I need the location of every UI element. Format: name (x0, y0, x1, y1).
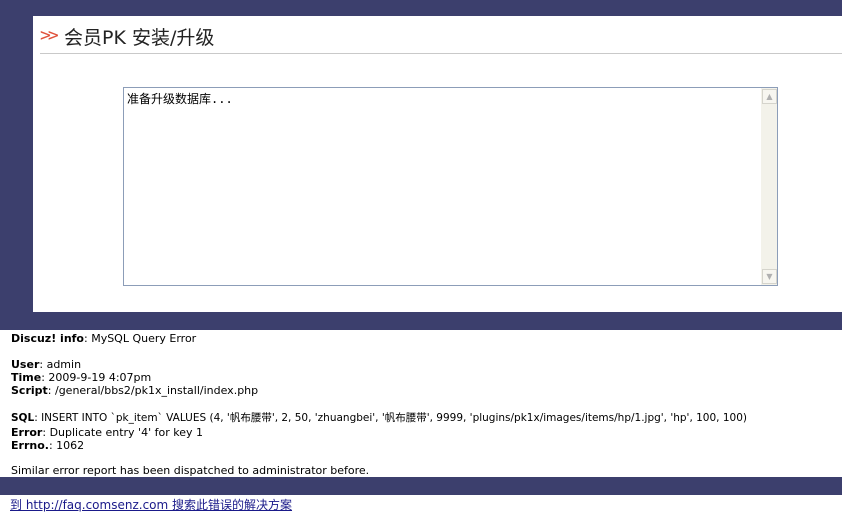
time-label: Time (11, 371, 42, 384)
install-panel: >> 会员PK 安装/升级 准备升级数据库... ▲ ▼ (33, 16, 842, 312)
info-value: MySQL Query Error (91, 332, 197, 345)
info-line: Discuz! info: MySQL Query Error (11, 332, 197, 345)
footer-bar: 到 http://faq.comsenz.com 搜索此错误的解决方案 (0, 495, 842, 513)
user-value: admin (46, 358, 82, 371)
sql-value: INSERT INTO `pk_item` VALUES (4, '帆布腰带',… (41, 412, 747, 424)
user-line: User: admin (11, 358, 82, 371)
errno-label: Errno. (11, 439, 49, 452)
progress-log-textarea[interactable]: 准备升级数据库... ▲ ▼ (123, 87, 778, 286)
log-text: 准备升级数据库... (127, 92, 233, 106)
page-title: 会员PK 安装/升级 (64, 27, 215, 49)
script-value: /general/bbs2/pk1x_install/index.php (54, 384, 259, 397)
sql-label: SQL (11, 412, 35, 424)
double-chevron-icon: >> (40, 25, 59, 46)
error-report: Discuz! info: MySQL Query Error User: ad… (0, 330, 842, 477)
log-scrollbar[interactable]: ▲ ▼ (761, 88, 777, 285)
title-bar: >> 会员PK 安装/升级 (40, 19, 842, 54)
scroll-up-arrow-icon[interactable]: ▲ (762, 89, 777, 104)
user-label: User (11, 358, 40, 371)
scroll-down-arrow-icon[interactable]: ▼ (762, 269, 777, 284)
sql-line: SQL: INSERT INTO `pk_item` VALUES (4, '帆… (11, 412, 747, 424)
errno-value: 1062 (56, 439, 85, 452)
error-value: Duplicate entry '4' for key 1 (49, 426, 203, 439)
info-label: Discuz! info (11, 332, 84, 345)
script-line: Script: /general/bbs2/pk1x_install/index… (11, 384, 259, 397)
script-label: Script (11, 384, 48, 397)
error-line: Error: Duplicate entry '4' for key 1 (11, 426, 203, 439)
error-label: Error (11, 426, 43, 439)
errno-line: Errno.: 1062 (11, 439, 85, 452)
dispatch-note: Similar error report has been dispatched… (11, 464, 370, 477)
time-value: 2009-9-19 4:07pm (48, 371, 152, 384)
faq-search-link[interactable]: 到 http://faq.comsenz.com 搜索此错误的解决方案 (10, 496, 292, 513)
time-line: Time: 2009-9-19 4:07pm (11, 371, 152, 384)
